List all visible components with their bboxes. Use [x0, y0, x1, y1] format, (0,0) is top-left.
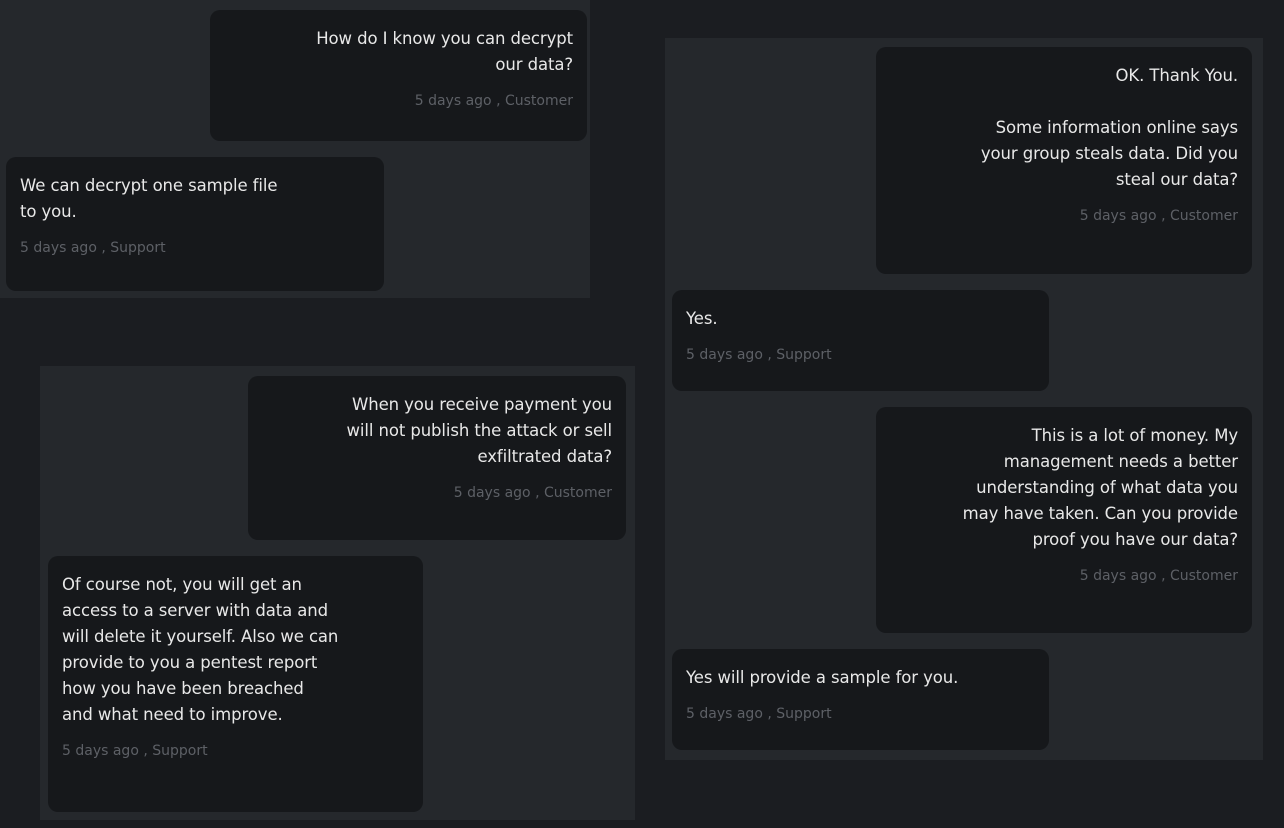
- message-role: Support: [776, 347, 832, 363]
- message-meta: 5 days ago , Support: [62, 742, 409, 760]
- message-role: Support: [152, 743, 208, 759]
- message-bubble-support: We can decrypt one sample file to you. 5…: [6, 157, 384, 291]
- message-text: How do I know you can decrypt our data?: [316, 29, 573, 74]
- message-bubble-customer: This is a lot of money. My management ne…: [876, 407, 1252, 633]
- meta-separator: ,: [762, 706, 777, 722]
- message-bubble-support: Of course not, you will get an access to…: [48, 556, 423, 812]
- message-meta: 5 days ago , Customer: [890, 567, 1238, 585]
- meta-separator: ,: [1156, 568, 1170, 584]
- message-meta: 5 days ago , Support: [20, 239, 370, 257]
- message-role: Customer: [543, 485, 612, 501]
- chat-panel-bottom-left: When you receive payment you will not pu…: [40, 366, 635, 820]
- chat-panel-top-left: How do I know you can decrypt our data? …: [0, 0, 590, 298]
- message-text: We can decrypt one sample file to you.: [20, 176, 278, 221]
- message-bubble-customer: OK. Thank You. Some information online s…: [876, 47, 1252, 274]
- message-role: Support: [110, 240, 166, 256]
- message-meta: 5 days ago , Customer: [890, 207, 1238, 225]
- message-time: 5 days ago: [686, 706, 763, 722]
- meta-separator: ,: [491, 93, 505, 109]
- message-time: 5 days ago: [20, 240, 97, 256]
- message-time: 5 days ago: [1079, 568, 1157, 584]
- chat-panel-right: OK. Thank You. Some information online s…: [665, 38, 1263, 760]
- message-bubble-customer: How do I know you can decrypt our data? …: [210, 10, 587, 141]
- message-time: 5 days ago: [1079, 208, 1157, 224]
- message-role: Customer: [1169, 208, 1238, 224]
- message-bubble-support: Yes. 5 days ago , Support: [672, 290, 1049, 391]
- message-text: Yes will provide a sample for you.: [686, 668, 959, 687]
- meta-separator: ,: [138, 743, 153, 759]
- message-time: 5 days ago: [414, 93, 492, 109]
- message-text: OK. Thank You. Some information online s…: [980, 66, 1238, 189]
- message-text: When you receive payment you will not pu…: [346, 395, 612, 466]
- message-meta: 5 days ago , Customer: [224, 92, 573, 110]
- message-bubble-support: Yes will provide a sample for you. 5 day…: [672, 649, 1049, 750]
- meta-separator: ,: [1156, 208, 1170, 224]
- message-role: Customer: [504, 93, 573, 109]
- message-meta: 5 days ago , Customer: [262, 484, 612, 502]
- message-text: Yes.: [686, 309, 718, 328]
- message-meta: 5 days ago , Support: [686, 346, 1035, 364]
- meta-separator: ,: [530, 485, 544, 501]
- message-role: Support: [776, 706, 832, 722]
- message-meta: 5 days ago , Support: [686, 705, 1035, 723]
- message-bubble-customer: When you receive payment you will not pu…: [248, 376, 626, 540]
- meta-separator: ,: [96, 240, 111, 256]
- message-role: Customer: [1169, 568, 1238, 584]
- message-text: Of course not, you will get an access to…: [62, 575, 339, 724]
- message-text: This is a lot of money. My management ne…: [962, 426, 1238, 549]
- message-time: 5 days ago: [453, 485, 531, 501]
- message-time: 5 days ago: [686, 347, 763, 363]
- message-time: 5 days ago: [62, 743, 139, 759]
- meta-separator: ,: [762, 347, 777, 363]
